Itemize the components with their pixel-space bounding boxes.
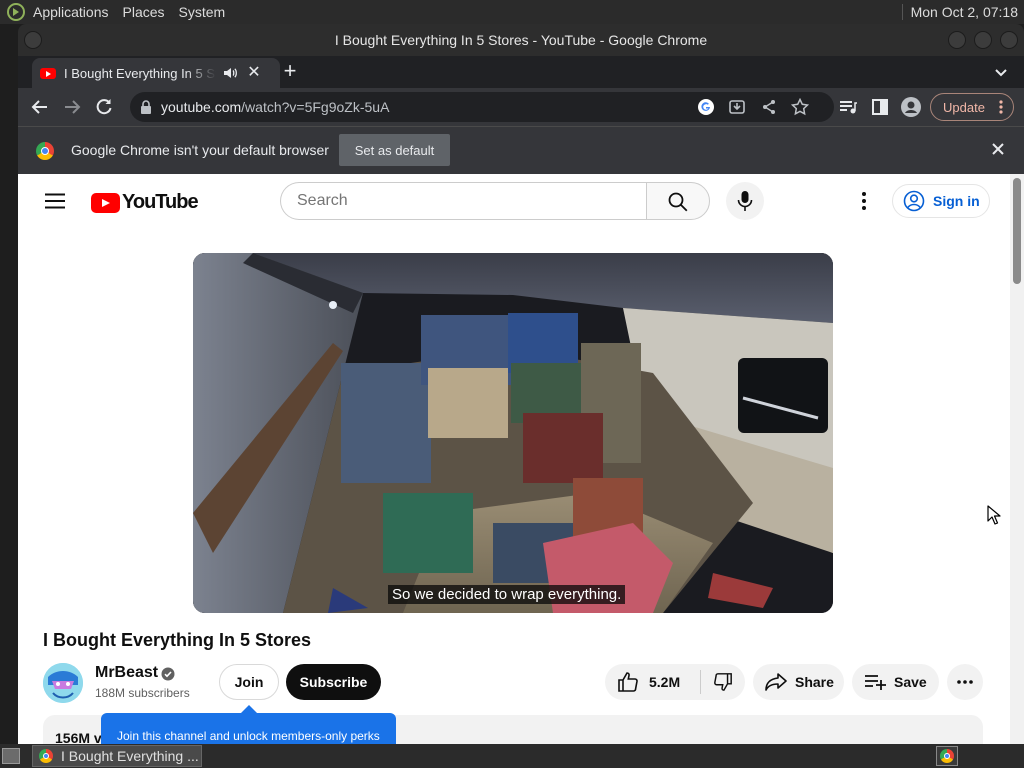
tab-close-icon[interactable]: ✕ [246,65,262,81]
mouse-cursor-icon [987,505,1001,525]
video-frame [193,253,833,613]
back-arrow-icon[interactable] [30,97,50,117]
youtube-logo[interactable]: YouTube [91,191,199,214]
lock-icon[interactable] [140,100,152,114]
search-icon [668,192,688,212]
applications-menu[interactable]: Applications [33,4,109,20]
playlist-add-icon [865,675,886,690]
share-arrow-icon [765,673,787,691]
new-tab-button[interactable]: + [278,60,302,84]
window-titlebar[interactable]: I Bought Everything In 5 Stores - YouTub… [18,24,1024,56]
chrome-tray-icon [940,749,954,763]
forward-arrow-icon[interactable] [62,97,82,117]
taskbar-window-title: I Bought Everything ... [61,748,199,764]
speaker-icon[interactable] [222,65,238,81]
show-desktop-icon[interactable] [2,748,20,764]
scrollbar-thumb[interactable] [1013,178,1021,284]
workspace-switcher[interactable] [936,746,958,766]
chrome-logo-icon [36,142,54,160]
share-page-icon[interactable] [760,98,778,116]
media-controls-icon[interactable] [838,97,858,117]
share-button[interactable]: Share [753,664,844,700]
bookmark-star-icon[interactable] [791,98,809,116]
subscriber-count: 188M subscribers [95,686,190,700]
search-button[interactable] [646,182,710,220]
google-lens-icon[interactable] [697,98,715,116]
save-button[interactable]: Save [852,664,939,700]
window-title: I Bought Everything In 5 Stores - YouTub… [334,32,708,48]
video-title: I Bought Everything In 5 Stores [43,630,312,650]
profile-avatar-icon[interactable] [901,97,921,117]
hamburger-menu-icon[interactable] [45,193,65,209]
taskbar-chrome-window[interactable]: I Bought Everything ... [32,745,202,767]
default-browser-infobar: Google Chrome isn't your default browser… [18,126,1024,174]
thumbs-up-icon [618,672,638,692]
search-box[interactable] [280,182,646,220]
microphone-icon [737,191,753,211]
infobar-message: Google Chrome isn't your default browser [71,142,329,158]
thumbs-down-icon [714,673,732,691]
channel-avatar-image [43,663,83,703]
install-app-icon[interactable] [728,98,746,116]
url-text[interactable]: youtube.com/watch?v=5Fg9oZk-5uA [161,99,389,115]
maximize-button[interactable] [974,31,992,49]
youtube-page: YouTube Sign in [18,174,1024,744]
infobar-close-icon[interactable] [990,141,1006,157]
voice-search-button[interactable] [726,182,764,220]
join-tooltip: Join this channel and unlock members-onl… [101,705,396,744]
verified-check-icon [161,667,175,681]
clock[interactable]: Mon Oct 2, 07:18 [901,4,1018,20]
sign-in-button[interactable]: Sign in [892,184,990,218]
account-circle-icon [903,190,925,212]
more-actions-button[interactable] [947,664,983,700]
save-label: Save [894,674,927,690]
more-horizontal-icon [957,680,973,684]
join-button[interactable]: Join [219,664,279,700]
set-as-default-button[interactable]: Set as default [339,134,450,166]
channel-name[interactable]: MrBeast [95,664,158,682]
address-bar[interactable]: youtube.com/watch?v=5Fg9oZk-5uA [130,92,834,122]
window-menu-icon[interactable] [24,31,42,49]
like-count: 5.2M [649,674,681,690]
reload-icon[interactable] [94,97,114,117]
tab-search-chevron-icon[interactable] [992,63,1010,81]
chrome-taskbar-icon [39,749,53,763]
like-dislike-group: 5.2M [605,664,745,700]
tab-strip: I Bought Everything In 5 Stores ✕ + [18,56,1024,88]
gnome-logo-icon[interactable] [7,3,25,21]
share-label: Share [795,674,834,690]
settings-more-icon[interactable] [856,191,872,211]
youtube-favicon-icon [40,67,56,79]
close-window-button[interactable] [1000,31,1018,49]
tab-youtube[interactable]: I Bought Everything In 5 Stores ✕ [32,58,280,88]
update-button[interactable]: Update [930,93,1014,121]
browser-toolbar: youtube.com/watch?v=5Fg9oZk-5uA Update [18,88,1024,126]
subscribe-button[interactable]: Subscribe [286,664,381,700]
sign-in-label: Sign in [933,193,980,209]
youtube-logo-icon [91,192,120,213]
places-menu[interactable]: Places [123,4,165,20]
video-caption: So we decided to wrap everything. [388,585,626,604]
search-input[interactable] [297,192,627,210]
channel-avatar[interactable] [43,663,83,703]
chrome-menu-icon[interactable] [999,100,1003,114]
youtube-header: YouTube Sign in [18,174,1010,230]
tab-title: I Bought Everything In 5 Stores [64,65,216,81]
view-count: 156M v [55,730,102,744]
dislike-button[interactable] [701,664,745,700]
bottom-taskbar: I Bought Everything ... [0,744,1024,768]
page-scrollbar[interactable] [1010,174,1024,744]
update-label: Update [943,99,985,115]
youtube-logo-text: YouTube [122,191,199,213]
minimize-button[interactable] [948,31,966,49]
top-panel: Applications Places System Mon Oct 2, 07… [0,0,1024,24]
video-player[interactable]: So we decided to wrap everything. [193,253,833,613]
system-menu[interactable]: System [179,4,226,20]
like-button[interactable]: 5.2M [605,664,700,700]
side-panel-icon[interactable] [870,97,890,117]
